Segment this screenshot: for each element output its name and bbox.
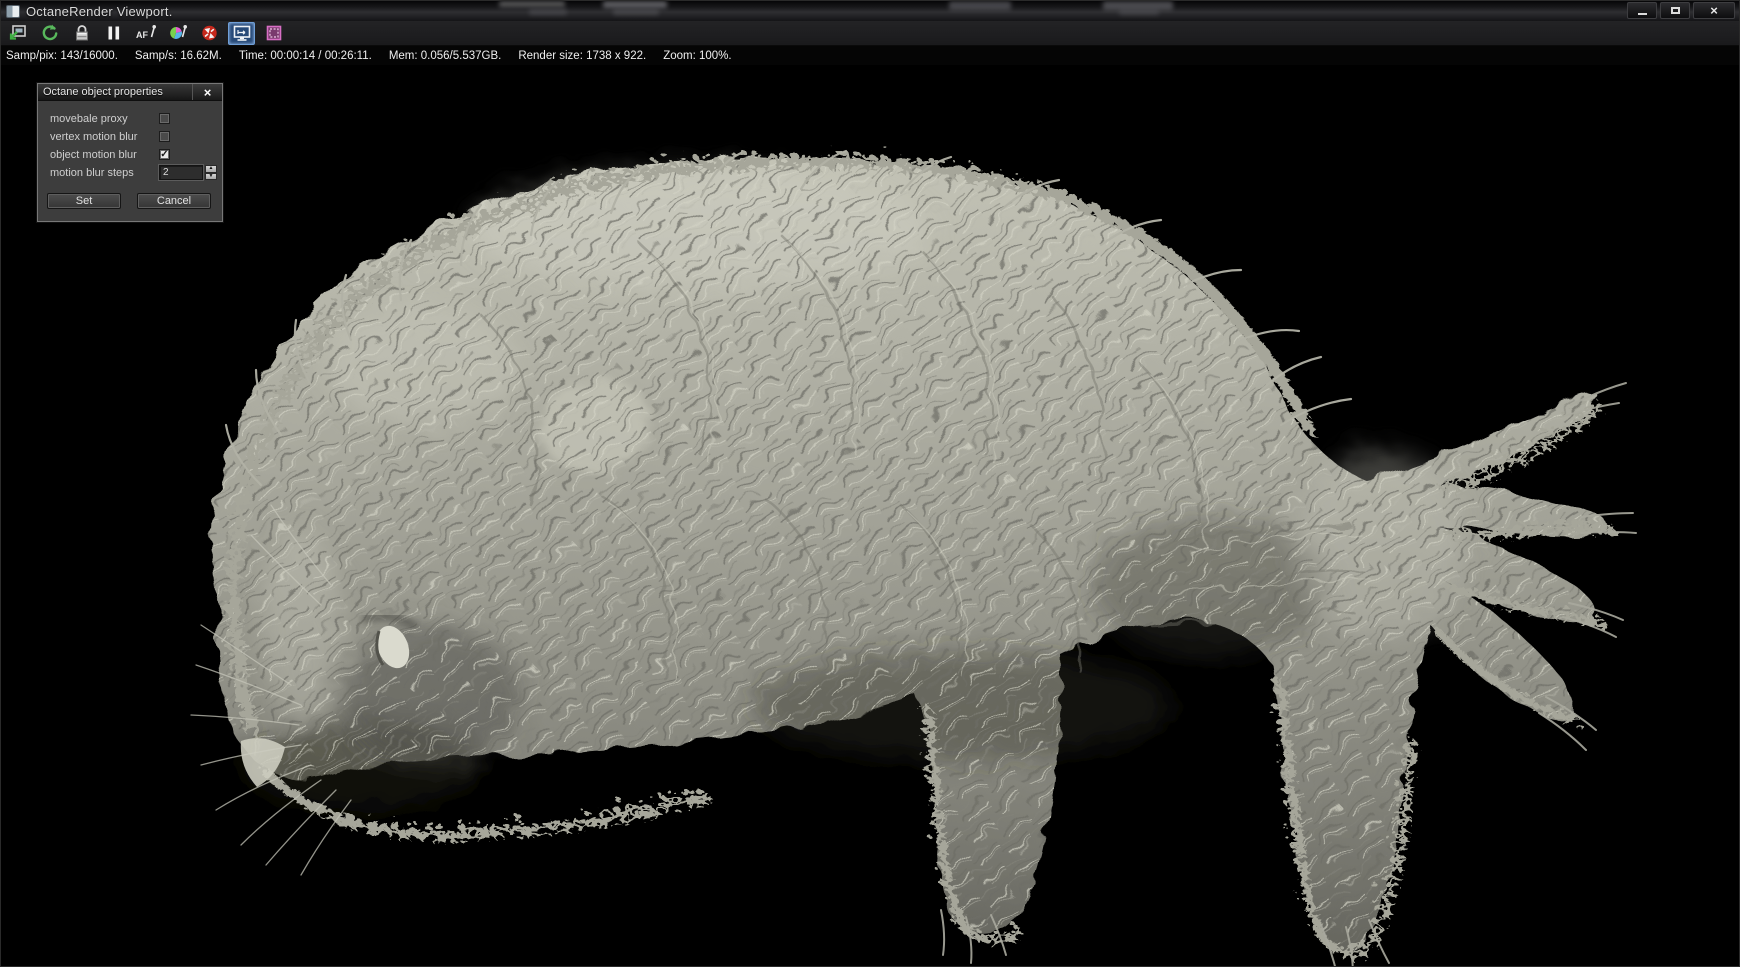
lock-resolution-button[interactable] [68,22,95,45]
viewport-toolbar: AF [1,21,1739,46]
status-samples-per-second: Samp/s: 16.62M. [134,49,222,62]
set-button[interactable]: Set [47,193,121,209]
render-region-icon [266,25,281,41]
cancel-button[interactable]: Cancel [137,193,211,209]
minimize-icon [1637,13,1647,15]
glass-smudge [613,9,659,15]
pause-render-button[interactable] [100,22,127,45]
object-motion-blur-checkbox[interactable]: ✓ [159,149,170,160]
octane-object-properties-dialog: Octane object properties × movebale prox… [36,82,224,223]
dialog-close-button[interactable]: × [192,84,222,100]
close-button[interactable]: × [1693,2,1735,19]
maximize-icon [1670,7,1680,14]
save-render-icon [9,25,26,40]
autofocus-pick-icon: AF [136,25,156,40]
pause-render-icon [108,26,119,40]
white-balance-pick-button[interactable] [164,22,191,45]
octane-render-window: OctaneRender Viewport. × AF Samp/pix: 14… [0,0,1740,967]
svg-text:AF: AF [136,30,148,40]
lock-resolution-icon [75,25,88,41]
glass-smudge [529,9,567,15]
prop-row-vertex-motion-blur: vertex motion blur [38,131,222,145]
viewport-lock-button[interactable] [228,21,255,45]
vertex-motion-blur-label: vertex motion blur [50,131,138,143]
prop-row-motion-blur-steps: motion blur steps ▲ ▼ [38,165,222,181]
glass-smudge [1119,9,1159,15]
save-render-button[interactable] [4,22,31,45]
reset-render-icon [202,25,217,41]
autofocus-pick-button[interactable]: AF [132,22,159,45]
spinner-down-button[interactable]: ▼ [205,172,217,180]
glass-smudge [603,1,667,8]
render-region-button[interactable] [260,22,287,45]
minimize-button[interactable] [1627,2,1657,19]
spinner-down-icon: ▼ [208,172,214,179]
white-balance-pick-icon [169,25,187,39]
maximize-button[interactable] [1660,2,1690,19]
dialog-title: Octane object properties [43,86,163,98]
prop-row-movebale-proxy: movebale proxy [38,113,222,127]
window-controls: × [1624,1,1739,21]
motion-blur-steps-spinner: ▲ ▼ [205,165,217,180]
glass-smudge [499,1,565,7]
dialog-title-bar[interactable]: Octane object properties × [38,84,222,101]
status-zoom: Zoom: 100%. [663,49,732,62]
restart-render-icon [42,24,57,41]
render-status-bar: Samp/pix: 143/16000. Samp/s: 16.62M. Tim… [1,46,1739,65]
motion-blur-steps-input[interactable] [159,165,203,180]
reset-render-button[interactable] [196,22,223,45]
spinner-up-icon: ▲ [208,165,214,172]
app-icon [6,4,20,18]
movebale-proxy-checkbox[interactable] [159,113,170,124]
prop-row-object-motion-blur: object motion blur ✓ [38,149,222,163]
render-image [1,65,1739,966]
status-samples-per-pixel: Samp/pix: 143/16000. [6,49,118,62]
status-render-size: Render size: 1738 x 922. [518,49,647,62]
viewport-lock-icon [233,25,250,41]
movebale-proxy-label: movebale proxy [50,113,128,125]
status-memory: Mem: 0.056/5.537GB. [388,49,502,62]
window-title: OctaneRender Viewport. [26,3,173,19]
object-motion-blur-label: object motion blur [50,149,137,161]
glass-smudge [949,1,1011,10]
vertex-motion-blur-checkbox[interactable] [159,131,170,142]
dialog-close-icon: × [203,84,212,100]
close-icon: × [1710,3,1718,18]
restart-render-button[interactable] [36,22,63,45]
spinner-up-button[interactable]: ▲ [205,165,217,173]
render-viewport[interactable] [1,65,1739,966]
status-render-time: Time: 00:00:14 / 00:26:11. [238,49,372,62]
motion-blur-steps-label: motion blur steps [50,167,134,179]
title-bar[interactable]: OctaneRender Viewport. × [1,1,1739,21]
